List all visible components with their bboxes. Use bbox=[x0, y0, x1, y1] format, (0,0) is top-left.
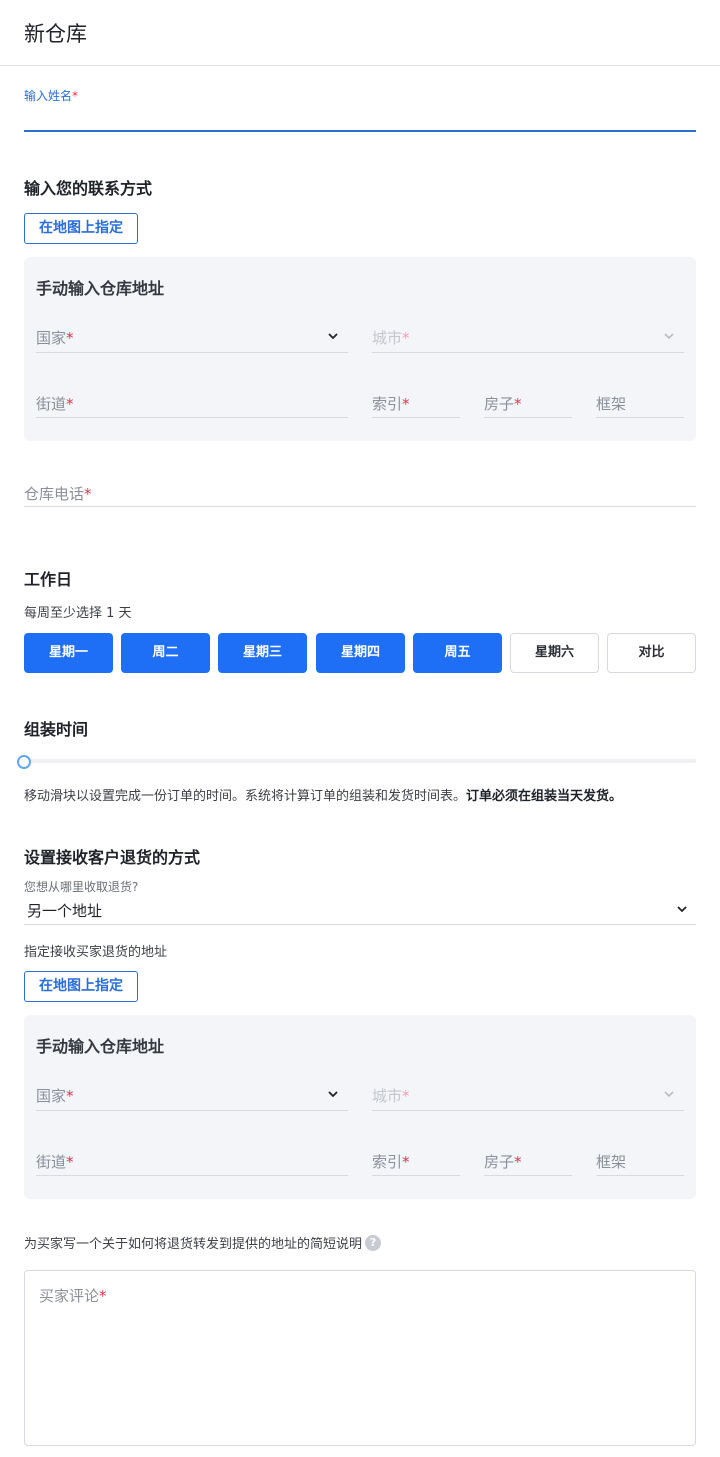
returns-index-input[interactable]: 索引* bbox=[372, 1141, 460, 1177]
returns-frame-input[interactable]: 框架 bbox=[596, 1141, 684, 1177]
weekday-button[interactable]: 对比 bbox=[607, 633, 696, 673]
returns-address-panel: 手动输入仓库地址 国家* 城市* 街道* 索引* 房子* 框架 bbox=[24, 1015, 696, 1199]
contact-heading: 输入您的联系方式 bbox=[24, 179, 153, 198]
weekday-button[interactable]: 星期一 bbox=[24, 633, 113, 673]
workdays-heading: 工作日 bbox=[24, 570, 73, 589]
assembly-description: 移动滑块以设置完成一份订单的时间。系统将计算订单的组装和发货时间表。订单必须在组… bbox=[24, 789, 623, 804]
returns-map-button[interactable]: 在地图上指定 bbox=[24, 971, 138, 1002]
contact-street-input[interactable]: 街道* bbox=[36, 383, 348, 419]
contact-frame-input[interactable]: 框架 bbox=[596, 383, 684, 419]
returns-city-select[interactable]: 城市* bbox=[372, 1075, 684, 1111]
chevron-down-icon bbox=[328, 333, 338, 340]
chevron-down-icon bbox=[664, 333, 674, 340]
contact-map-button[interactable]: 在地图上指定 bbox=[24, 213, 138, 244]
page-title: 新仓库 bbox=[24, 22, 87, 46]
help-icon[interactable]: ? bbox=[365, 1234, 382, 1251]
returns-street-input[interactable]: 街道* bbox=[36, 1141, 348, 1177]
weekday-button[interactable]: 星期六 bbox=[510, 633, 599, 673]
returns-address-hint: 指定接收买家退货的地址 bbox=[24, 945, 168, 960]
returns-note-hint: 为买家写一个关于如何将退货转发到提供的地址的简短说明 ? bbox=[24, 1233, 382, 1252]
assembly-slider-thumb[interactable] bbox=[17, 755, 31, 769]
contact-house-input[interactable]: 房子* bbox=[484, 383, 572, 419]
weekday-button[interactable]: 周二 bbox=[121, 633, 210, 673]
assembly-heading: 组装时间 bbox=[24, 720, 89, 739]
returns-house-input[interactable]: 房子* bbox=[484, 1141, 572, 1177]
weekday-button[interactable]: 周五 bbox=[413, 633, 502, 673]
returns-select-label: 您想从哪里收取退货? bbox=[24, 880, 139, 894]
weekday-button[interactable]: 星期三 bbox=[218, 633, 307, 673]
contact-city-select[interactable]: 城市* bbox=[372, 317, 684, 353]
assembly-slider-track[interactable] bbox=[24, 759, 696, 763]
contact-address-panel: 手动输入仓库地址 国家* 城市* 街道* 索引* 房子* 框架 bbox=[24, 257, 696, 441]
name-input[interactable] bbox=[24, 130, 696, 132]
chevron-down-icon bbox=[664, 1091, 674, 1098]
chevron-down-icon bbox=[328, 1091, 338, 1098]
chevron-down-icon bbox=[677, 906, 687, 913]
contact-index-input[interactable]: 索引* bbox=[372, 383, 460, 419]
name-field-label: 输入姓名* bbox=[24, 89, 79, 103]
page-header: 新仓库 bbox=[0, 0, 720, 66]
contact-country-select[interactable]: 国家* bbox=[36, 317, 348, 353]
returns-heading: 设置接收客户退货的方式 bbox=[24, 848, 201, 867]
returns-panel-title: 手动输入仓库地址 bbox=[36, 1037, 165, 1056]
weekday-button[interactable]: 星期四 bbox=[316, 633, 405, 673]
warehouse-phone-input[interactable]: 仓库电话* bbox=[24, 472, 696, 508]
contact-panel-title: 手动输入仓库地址 bbox=[36, 279, 165, 298]
buyer-comment-textarea[interactable]: 买家评论* bbox=[24, 1270, 696, 1446]
workdays-hint: 每周至少选择 1 天 bbox=[24, 606, 132, 621]
returns-country-select[interactable]: 国家* bbox=[36, 1075, 348, 1111]
workdays-row: 星期一 周二 星期三 星期四 周五 星期六 对比 bbox=[24, 633, 696, 673]
returns-source-select[interactable]: 另一个地址 bbox=[24, 896, 696, 926]
